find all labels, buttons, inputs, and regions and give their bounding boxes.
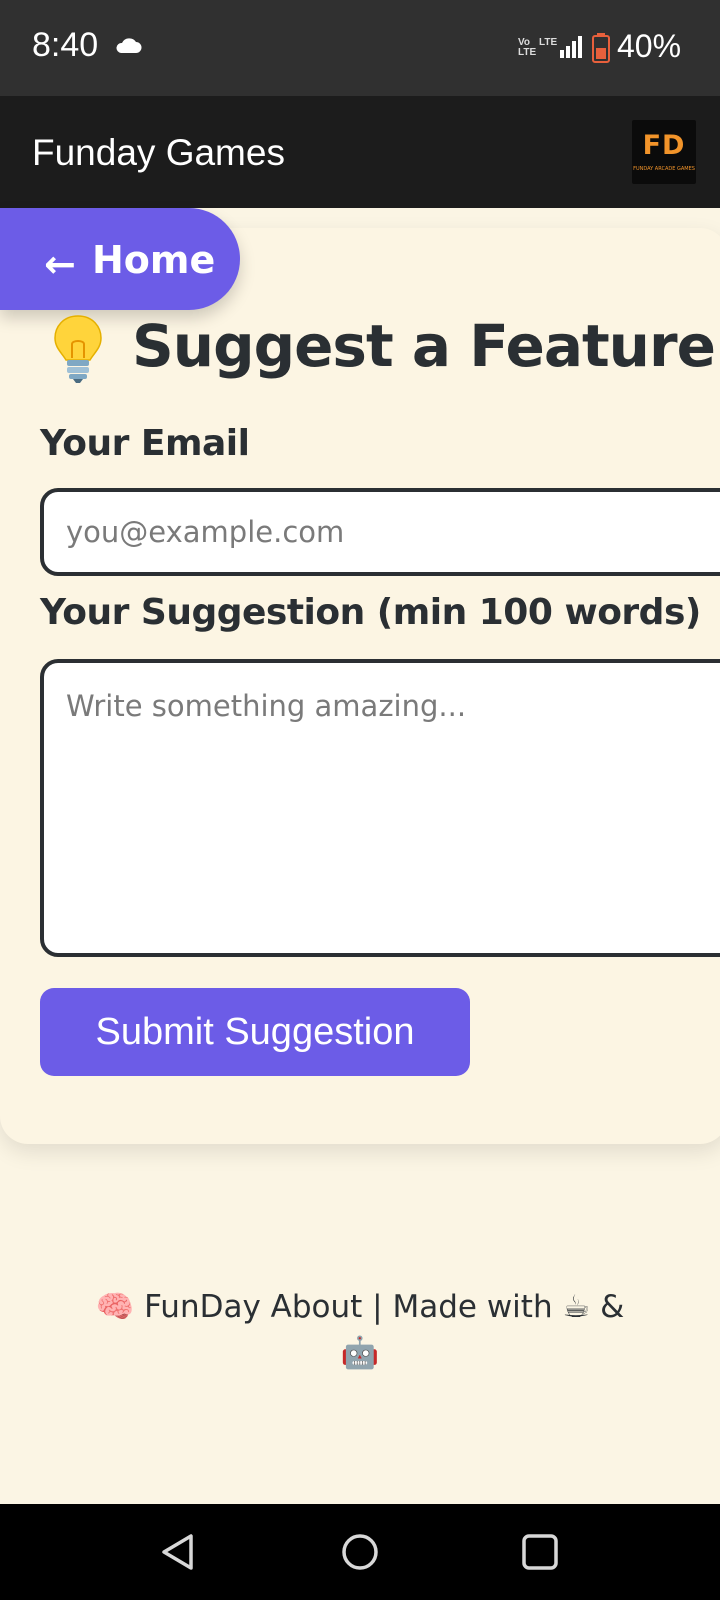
system-nav-bar xyxy=(0,1504,720,1600)
footer-line-2: 🤖 xyxy=(340,1335,380,1371)
lte-label: LTE xyxy=(539,37,558,48)
battery-icon xyxy=(592,33,610,63)
footer: 🧠 FunDay About | Made with ☕ & 🤖 xyxy=(40,1284,680,1376)
email-field[interactable] xyxy=(40,488,720,576)
suggestion-label: Your Suggestion (min 100 words) xyxy=(40,592,701,633)
logo-text: FD xyxy=(642,130,686,161)
volte-label: Vo LTE xyxy=(518,37,537,58)
arrow-left-icon: ← xyxy=(44,242,76,286)
home-circle-icon[interactable] xyxy=(340,1532,380,1572)
submit-suggestion-button[interactable]: Submit Suggestion xyxy=(40,988,470,1076)
battery-percent: 40% xyxy=(617,28,682,64)
home-button[interactable]: ← Home xyxy=(0,208,240,310)
home-label: Home xyxy=(92,238,216,282)
status-bar: 8:40 Vo LTE LTE 40% xyxy=(0,0,720,96)
recents-icon[interactable] xyxy=(520,1532,560,1572)
lightbulb-icon xyxy=(54,315,102,383)
email-label: Your Email xyxy=(40,423,250,464)
app-title: Funday Games xyxy=(32,132,285,173)
status-time: 8:40 xyxy=(32,26,99,64)
suggestion-textarea[interactable] xyxy=(40,659,720,957)
logo-subtext: FUNDAY ARCADE GAMES xyxy=(633,166,695,172)
app-logo[interactable]: FD FUNDAY ARCADE GAMES xyxy=(632,120,696,184)
signal-icon xyxy=(560,36,582,58)
footer-line-1: 🧠 FunDay About | Made with ☕ & xyxy=(95,1289,625,1325)
cloud-icon xyxy=(116,38,142,53)
back-icon[interactable] xyxy=(158,1532,198,1572)
page-title: Suggest a Feature xyxy=(132,312,716,380)
